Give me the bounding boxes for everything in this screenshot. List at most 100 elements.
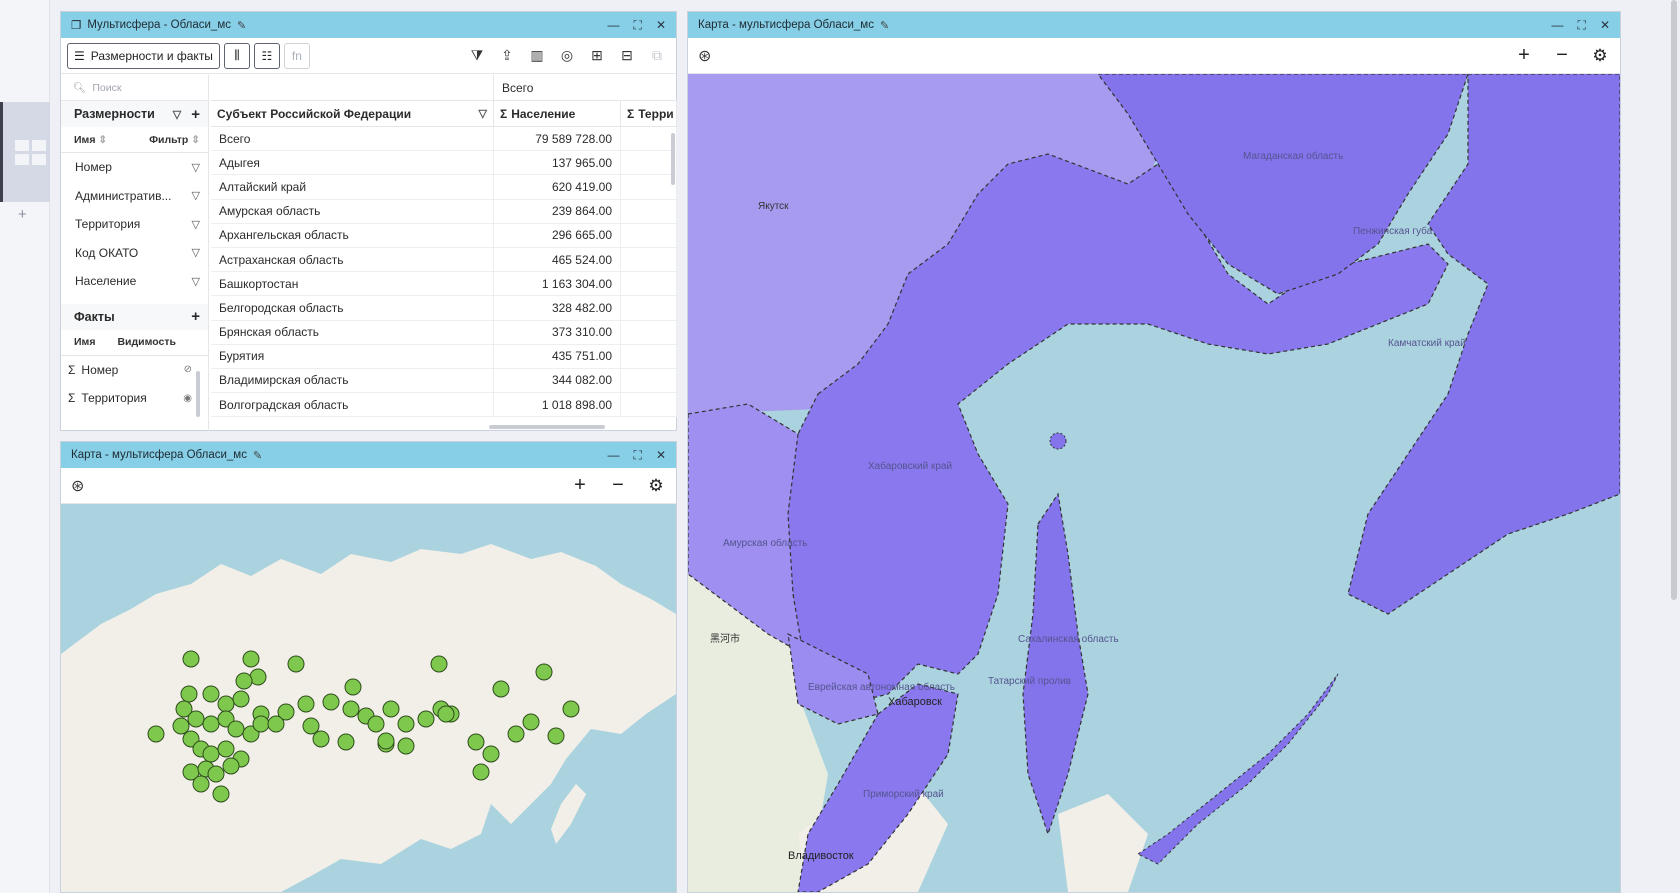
- grid-vertical-scrollbar[interactable]: [671, 133, 675, 185]
- table-row[interactable]: Астраханская область 465 524.00: [211, 247, 677, 273]
- link-icon[interactable]: ⧉: [644, 43, 670, 69]
- filter-icon[interactable]: ▽: [479, 107, 487, 120]
- region-point[interactable]: [342, 700, 360, 718]
- minimize-icon[interactable]: —: [608, 448, 620, 463]
- filter-icon[interactable]: ▽: [192, 275, 200, 288]
- close-icon[interactable]: ✕: [1600, 18, 1610, 33]
- region-point[interactable]: [397, 737, 415, 755]
- region-point[interactable]: [367, 715, 385, 733]
- table-row[interactable]: Архангельская область 296 665.00: [211, 223, 677, 248]
- region-point[interactable]: [312, 730, 330, 748]
- dims-facts-button[interactable]: ☰ Размерности и факты: [67, 42, 220, 69]
- map1-titlebar[interactable]: Карта - мультисфера Обласи_мс ✎ — ⛶ ✕: [61, 442, 676, 468]
- globe-icon[interactable]: ⊛: [698, 46, 711, 66]
- dimension-item[interactable]: Административ... ▽: [61, 182, 208, 211]
- close-icon[interactable]: ✕: [656, 18, 666, 33]
- region-point[interactable]: [252, 715, 270, 733]
- region-point[interactable]: [222, 757, 240, 775]
- region-point[interactable]: [202, 685, 220, 703]
- region-point[interactable]: [287, 655, 305, 673]
- pivot-button[interactable]: ⫼: [223, 42, 250, 69]
- region-point[interactable]: [242, 650, 260, 668]
- edit-title-icon[interactable]: ✎: [880, 19, 889, 32]
- chart-icon[interactable]: ▥: [524, 43, 550, 69]
- region-point[interactable]: [547, 727, 565, 745]
- region-point[interactable]: [202, 715, 220, 733]
- table-row[interactable]: Башкортостан 1 163 304.00: [211, 272, 677, 297]
- fact-item[interactable]: Σ Территория ◉: [61, 384, 208, 413]
- edit-title-icon[interactable]: ✎: [237, 19, 246, 32]
- region-point[interactable]: [430, 655, 448, 673]
- zoom-out-icon[interactable]: −: [608, 474, 628, 497]
- map1-canvas[interactable]: [61, 504, 676, 892]
- zoom-out-icon[interactable]: −: [1552, 44, 1572, 67]
- export-icon[interactable]: ⇪: [494, 43, 520, 69]
- filter-icon[interactable]: ⧩: [464, 43, 490, 69]
- region-point[interactable]: [492, 680, 510, 698]
- dim-col-filter[interactable]: Фильтр: [149, 134, 188, 146]
- region-point[interactable]: [232, 690, 250, 708]
- search-field[interactable]: 🔍︎ Поиск: [61, 75, 208, 101]
- tree-icon[interactable]: ⊟: [614, 43, 640, 69]
- region-point[interactable]: [235, 672, 253, 690]
- dimension-item[interactable]: Население ▽: [61, 267, 208, 296]
- gear-icon[interactable]: ⚙: [646, 476, 666, 496]
- hidden-eye-icon[interactable]: ⊘: [184, 364, 192, 375]
- globe-icon[interactable]: ⊛: [71, 476, 84, 496]
- edit-title-icon[interactable]: ✎: [253, 449, 262, 462]
- region-point[interactable]: [192, 775, 210, 793]
- dimensions-filter-icon[interactable]: ▽: [173, 108, 181, 121]
- maximize-icon[interactable]: ⛶: [634, 448, 642, 463]
- region-point[interactable]: [377, 732, 395, 750]
- region-point[interactable]: [437, 705, 455, 723]
- region-point[interactable]: [180, 685, 198, 703]
- region-point[interactable]: [322, 693, 340, 711]
- region-point[interactable]: [522, 713, 540, 731]
- region-point[interactable]: [187, 710, 205, 728]
- region-point[interactable]: [202, 745, 220, 763]
- filter-icon[interactable]: ▽: [192, 246, 200, 259]
- region-point[interactable]: [337, 733, 355, 751]
- fn-button[interactable]: fn: [283, 42, 310, 69]
- table-row[interactable]: Бурятия 435 751.00: [211, 344, 677, 369]
- col-territory[interactable]: Σ Терри: [621, 101, 677, 126]
- gear-icon[interactable]: ⚙: [1590, 46, 1610, 66]
- page-scrollbar[interactable]: [1671, 0, 1677, 600]
- zoom-in-icon[interactable]: +: [570, 474, 590, 497]
- add-dimension-icon[interactable]: +: [191, 106, 200, 123]
- region-point[interactable]: [535, 663, 553, 681]
- multisphere-titlebar[interactable]: ❐ Мультисфера - Обласи_мс ✎ — ⛶ ✕: [61, 12, 676, 38]
- map2-titlebar[interactable]: Карта - мультисфера Обласи_мс ✎ — ⛶ ✕: [688, 12, 1620, 38]
- region-point[interactable]: [417, 710, 435, 728]
- dimension-item[interactable]: Код ОКАТО ▽: [61, 239, 208, 268]
- region-point[interactable]: [212, 785, 230, 803]
- table-row[interactable]: Адыгея 137 965.00: [211, 151, 677, 176]
- filter-icon[interactable]: ▽: [192, 161, 200, 174]
- region-point[interactable]: [249, 668, 267, 686]
- region-point[interactable]: [302, 717, 320, 735]
- dimension-item[interactable]: Территория ▽: [61, 210, 208, 239]
- filter-icon[interactable]: ▽: [192, 218, 200, 231]
- region-point[interactable]: [344, 678, 362, 696]
- sort-icon[interactable]: ⇕: [191, 134, 200, 146]
- region-point[interactable]: [297, 695, 315, 713]
- region-point[interactable]: [472, 763, 490, 781]
- region-point[interactable]: [182, 650, 200, 668]
- grid-horizontal-scrollbar[interactable]: [489, 425, 605, 429]
- region-point[interactable]: [397, 715, 415, 733]
- region-point[interactable]: [562, 700, 580, 718]
- dimension-item[interactable]: Номер ▽: [61, 153, 208, 182]
- maximize-icon[interactable]: ⛶: [634, 18, 642, 33]
- fact-item[interactable]: Σ Номер ⊘: [61, 356, 208, 385]
- sheet-thumbnail[interactable]: [0, 102, 50, 202]
- eye-icon[interactable]: ◉: [183, 393, 192, 404]
- hierarchy-icon[interactable]: ⊞: [584, 43, 610, 69]
- minimize-icon[interactable]: —: [608, 18, 620, 33]
- table-row[interactable]: Волгоградская область 1 018 898.00: [211, 393, 677, 418]
- close-icon[interactable]: ✕: [656, 448, 666, 463]
- region-point[interactable]: [267, 715, 285, 733]
- add-sheet-icon[interactable]: +: [18, 206, 27, 223]
- region-point[interactable]: [482, 745, 500, 763]
- region-point[interactable]: [147, 725, 165, 743]
- table-row[interactable]: Владимирская область 344 082.00: [211, 368, 677, 394]
